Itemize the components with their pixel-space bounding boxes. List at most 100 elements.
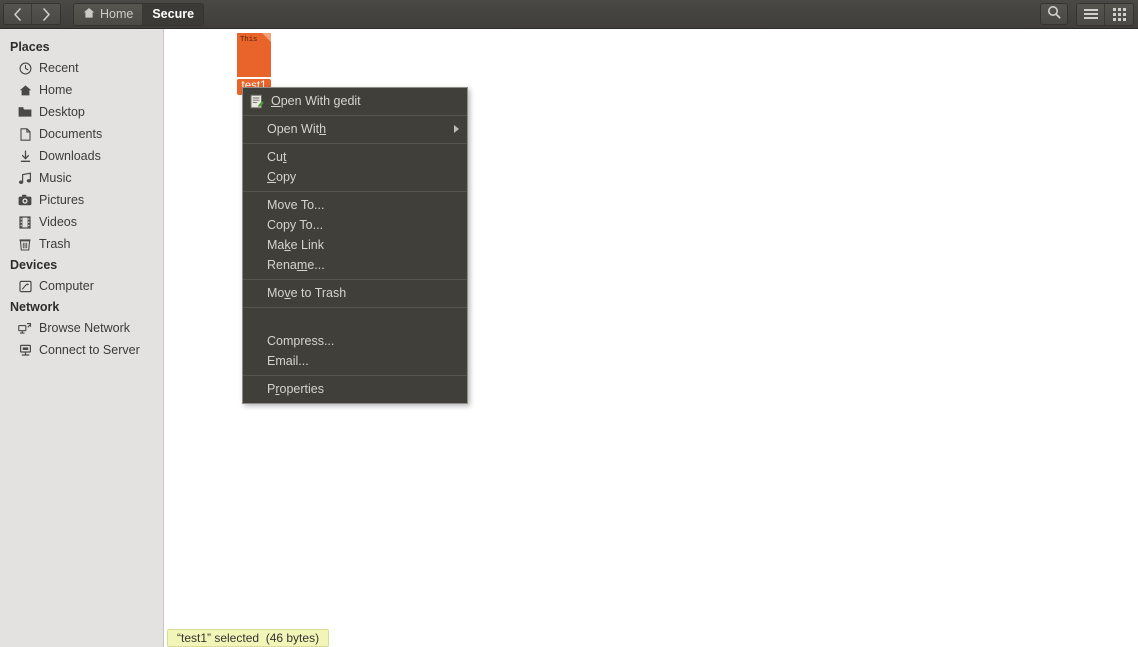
- camera-icon: [18, 193, 32, 207]
- sidebar-label-trash: Trash: [39, 236, 71, 251]
- menu-item-properties[interactable]: Properties: [243, 379, 467, 399]
- menu-label-open-with-gedit: Open With gedit: [271, 94, 361, 108]
- sidebar-label-pictures: Pictures: [39, 192, 85, 207]
- menu-separator: [243, 279, 467, 280]
- menu-item-rename[interactable]: Rename...: [243, 255, 467, 275]
- accel-char: t: [282, 150, 287, 164]
- menu-label-email: Compress...: [267, 334, 335, 348]
- sidebar-item-desktop[interactable]: Desktop: [0, 101, 163, 123]
- sidebar-item-computer[interactable]: Computer: [0, 275, 163, 297]
- sidebar-label-videos: Videos: [39, 214, 77, 229]
- server-icon: [18, 343, 32, 357]
- computer-icon: [18, 279, 32, 293]
- breadcrumb-label-home: Home: [100, 7, 134, 21]
- breadcrumb-item-home[interactable]: Home: [74, 3, 144, 25]
- film-strip-icon: [18, 215, 32, 229]
- back-button[interactable]: [4, 4, 32, 24]
- header-actions: [1040, 2, 1134, 26]
- header-button-group: [1076, 2, 1134, 26]
- menu-item-make-link[interactable]: Make Link: [243, 235, 467, 255]
- menu-separator: [243, 191, 467, 192]
- sidebar-section-network: Network: [10, 300, 60, 314]
- menu-item-copy-to[interactable]: Copy To...: [243, 215, 467, 235]
- accel-char: C: [267, 170, 277, 184]
- network-icon: [18, 321, 32, 335]
- gedit-icon: [249, 93, 265, 109]
- menu-button[interactable]: [1077, 3, 1105, 25]
- file-corner-fold: [262, 33, 271, 42]
- sidebar-label-desktop: Desktop: [39, 104, 85, 119]
- menu-item-compress[interactable]: [243, 311, 467, 331]
- menu-item-open-with[interactable]: Open With: [243, 119, 467, 139]
- sidebar-label-downloads: Downloads: [39, 148, 101, 163]
- accel-char: O: [271, 94, 281, 108]
- view-grid-button[interactable]: [1105, 3, 1133, 25]
- menu-separator: [243, 143, 467, 144]
- sidebar-item-videos[interactable]: Videos: [0, 211, 163, 233]
- menu-label-revert-to-previous-version: Email...: [267, 354, 309, 368]
- sidebar-item-recent[interactable]: Recent: [0, 57, 163, 79]
- menu-item-copy[interactable]: Copy: [243, 167, 467, 187]
- sidebar-item-browse-network[interactable]: Browse Network: [0, 317, 163, 339]
- hamburger-icon: [1083, 7, 1098, 21]
- sidebar-item-downloads[interactable]: Downloads: [0, 145, 163, 167]
- grid-dots-icon: [1112, 7, 1126, 21]
- chevron-right-icon: [42, 7, 51, 21]
- sidebar: Places Recent Home Desktop Documents Dow…: [0, 29, 164, 647]
- status-bar: “test1” selected (46 bytes): [167, 629, 330, 647]
- clock-icon: [18, 61, 32, 75]
- text-file-icon: This: [237, 33, 271, 77]
- menu-item-revert-to-previous-version[interactable]: Email...: [243, 351, 467, 371]
- accel-char: h: [319, 122, 327, 136]
- menu-item-move-to-trash[interactable]: Move to Trash: [243, 283, 467, 303]
- menu-item-open-with-gedit[interactable]: Open With gedit: [243, 91, 467, 111]
- menu-label-cut: Cut: [267, 150, 287, 164]
- accel-char: r: [275, 382, 280, 396]
- chevron-left-icon: [13, 7, 22, 21]
- sidebar-item-documents[interactable]: Documents: [0, 123, 163, 145]
- sidebar-section-places: Places: [10, 40, 50, 54]
- menu-label-copy-to: Copy To...: [267, 218, 324, 232]
- menu-item-email[interactable]: Compress...: [243, 331, 467, 351]
- breadcrumb-item-secure[interactable]: Secure: [143, 3, 204, 25]
- status-text: “test1” selected (46 bytes): [177, 631, 320, 645]
- context-menu: Open With gedit Open With Cut Copy Move …: [242, 87, 468, 404]
- sidebar-label-music: Music: [39, 170, 72, 185]
- menu-label-rename: Rename...: [267, 258, 325, 272]
- accel-char: m: [296, 258, 308, 272]
- sidebar-item-home[interactable]: Home: [0, 79, 163, 101]
- menu-label-move-to-trash: Move to Trash: [267, 286, 347, 300]
- home-icon: [18, 83, 32, 97]
- forward-button[interactable]: [32, 4, 60, 24]
- menu-separator: [243, 115, 467, 116]
- menu-label-open-with: Open With: [267, 122, 327, 136]
- breadcrumb-label-secure: Secure: [152, 7, 195, 21]
- menu-item-move-to[interactable]: Move To...: [243, 195, 467, 215]
- trash-icon: [18, 237, 32, 251]
- menu-separator: [243, 375, 467, 376]
- chevron-right-icon: [454, 125, 459, 133]
- sidebar-label-home: Home: [39, 82, 73, 97]
- sidebar-label-connect-to-server: Connect to Server: [39, 342, 140, 357]
- header-bar: Home Secure: [0, 0, 1138, 29]
- navigation-buttons: [3, 3, 61, 25]
- sidebar-label-computer: Computer: [39, 278, 94, 293]
- folder-icon: [18, 105, 32, 119]
- menu-item-cut[interactable]: Cut: [243, 147, 467, 167]
- menu-label-make-link: Make Link: [267, 238, 324, 252]
- document-icon: [18, 127, 32, 141]
- sidebar-item-music[interactable]: Music: [0, 167, 163, 189]
- sidebar-item-trash[interactable]: Trash: [0, 233, 163, 255]
- sidebar-item-connect-to-server[interactable]: Connect to Server: [0, 339, 163, 361]
- menu-label-move-to: Move To...: [267, 198, 325, 212]
- breadcrumb: Home Secure: [73, 2, 205, 26]
- file-manager-window: Home Secure Places Recent Home Desktop D…: [0, 0, 1138, 647]
- menu-separator: [243, 307, 467, 308]
- file-item-test1[interactable]: This test1: [218, 33, 290, 95]
- home-icon: [83, 7, 95, 22]
- sidebar-item-pictures[interactable]: Pictures: [0, 189, 163, 211]
- music-note-icon: [18, 171, 32, 185]
- sidebar-label-documents: Documents: [39, 126, 103, 141]
- sidebar-section-devices: Devices: [10, 258, 58, 272]
- search-button[interactable]: [1040, 3, 1068, 25]
